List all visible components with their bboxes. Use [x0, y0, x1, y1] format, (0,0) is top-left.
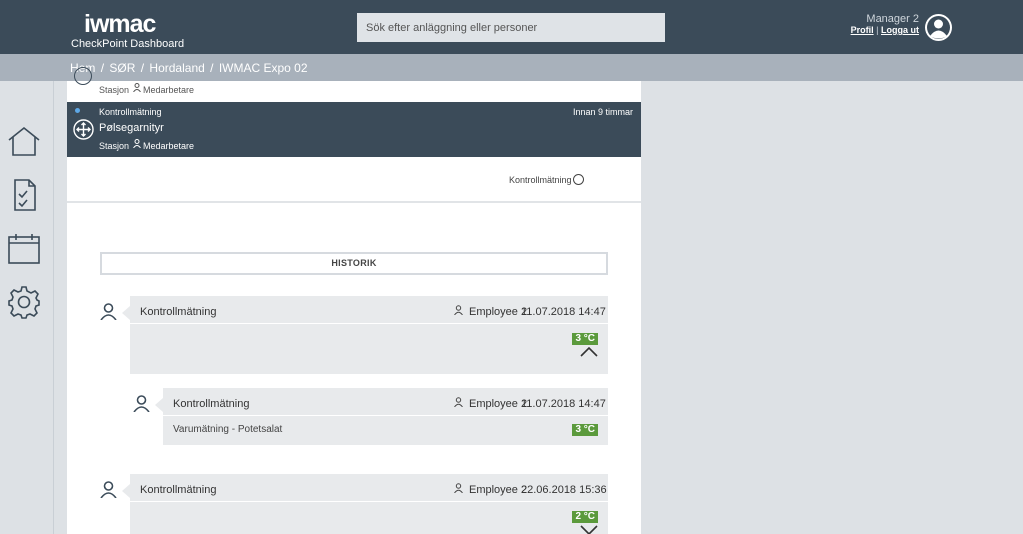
card-title: Kontrollmätning — [140, 306, 217, 318]
history-card[interactable]: Kontrollmätning Employee 2 11.07.2018 14… — [155, 388, 608, 445]
card-header: Kontrollmätning Employee 2 22.06.2018 15… — [130, 474, 608, 502]
item-type: Kontrollmätning — [99, 107, 162, 117]
card-pointer — [122, 484, 130, 498]
report-icon[interactable] — [7, 178, 41, 212]
top-header: iwmac CheckPoint Dashboard Manager 2 Pro… — [0, 0, 1023, 54]
temperature-badge: 3 °C — [572, 424, 598, 436]
staff-label: Medarbetare — [143, 141, 195, 151]
card-employee: Employee 2 — [469, 484, 528, 496]
divider — [67, 201, 641, 203]
chevron-down-icon — [580, 525, 598, 534]
settings-icon[interactable] — [7, 285, 41, 319]
breadcrumb-region[interactable]: SØR — [109, 61, 135, 75]
user-links: Profil | Logga ut — [851, 25, 919, 35]
iwmac-logo[interactable]: iwmac — [84, 10, 156, 38]
card-datetime: 11.07.2018 14:47 — [521, 398, 606, 410]
list-item-selected[interactable]: Kontrollmätning Innan 9 timmar Pølsegarn… — [67, 102, 641, 157]
breadcrumb-site[interactable]: IWMAC Expo 02 — [219, 61, 308, 75]
card-datetime: 22.06.2018 15:36 — [521, 484, 607, 496]
chevron-up-icon — [580, 347, 598, 357]
user-name: Manager 2 — [866, 13, 919, 25]
temperature-badge: 2 °C — [572, 511, 598, 523]
user-icon — [133, 395, 150, 412]
card-employee: Employee 2 — [469, 398, 528, 410]
breadcrumb-divider: / — [140, 61, 145, 75]
logout-link[interactable]: Logga ut — [881, 25, 919, 35]
home-icon[interactable] — [7, 125, 41, 159]
breadcrumb: Hem / SØR / Hordaland / IWMAC Expo 02 — [70, 61, 308, 75]
svg-text:iwmac: iwmac — [84, 10, 156, 38]
person-icon — [133, 83, 141, 92]
card-title: Kontrollmätning — [173, 398, 250, 410]
card-pointer — [155, 398, 163, 412]
station-label: Stasjon — [99, 85, 130, 95]
card-header: Kontrollmätning Employee 2 11.07.2018 14… — [130, 296, 608, 324]
user-links-separator: | — [876, 25, 879, 35]
checkpoint-icon — [73, 119, 94, 140]
app-name: CheckPoint Dashboard — [71, 38, 185, 50]
historik-button[interactable]: HISTORIK — [100, 252, 608, 275]
person-icon — [454, 397, 463, 407]
search-input[interactable] — [357, 13, 665, 42]
user-avatar-icon[interactable] — [924, 13, 953, 42]
person-icon — [133, 139, 141, 148]
breadcrumb-area[interactable]: Hordaland — [149, 61, 204, 75]
kontroll-link[interactable]: Kontrollmätning — [509, 175, 572, 185]
radio-circle-icon[interactable] — [573, 174, 584, 185]
calendar-icon[interactable] — [7, 232, 41, 266]
staff-label: Medarbetare — [143, 85, 195, 95]
breadcrumb-divider: / — [210, 61, 214, 75]
breadcrumb-divider: / — [100, 61, 105, 75]
temperature-badge: 3 °C — [572, 333, 598, 345]
breadcrumb-bar: Hem / SØR / Hordaland / IWMAC Expo 02 — [0, 54, 1023, 81]
card-header: Kontrollmätning Employee 2 11.07.2018 14… — [163, 388, 608, 416]
sidebar — [0, 81, 54, 534]
card-pointer — [122, 306, 130, 320]
person-icon — [454, 483, 463, 493]
history-card[interactable]: Kontrollmätning Employee 2 22.06.2018 15… — [122, 474, 608, 534]
history-card[interactable]: Kontrollmätning Employee 2 11.07.2018 14… — [122, 296, 608, 374]
card-datetime: 11.07.2018 14:47 — [521, 306, 606, 318]
person-icon — [454, 305, 463, 315]
card-employee: Employee 2 — [469, 306, 528, 318]
checkpoint-icon — [74, 67, 92, 85]
user-icon — [100, 303, 117, 320]
profile-link[interactable]: Profil — [851, 25, 874, 35]
card-note: Varumätning - Potetsalat — [173, 424, 283, 435]
item-name: Pølsegarnityr — [99, 122, 164, 134]
card-title: Kontrollmätning — [140, 484, 217, 496]
item-time: Innan 9 timmar — [572, 107, 633, 117]
user-icon — [100, 481, 117, 498]
list-item[interactable]: Stasjon Medarbetare — [67, 67, 641, 102]
station-label: Stasjon — [99, 141, 130, 151]
content-panel: Stasjon Medarbetare Kontrollmätning Inna… — [67, 67, 641, 534]
unread-dot — [75, 108, 80, 113]
